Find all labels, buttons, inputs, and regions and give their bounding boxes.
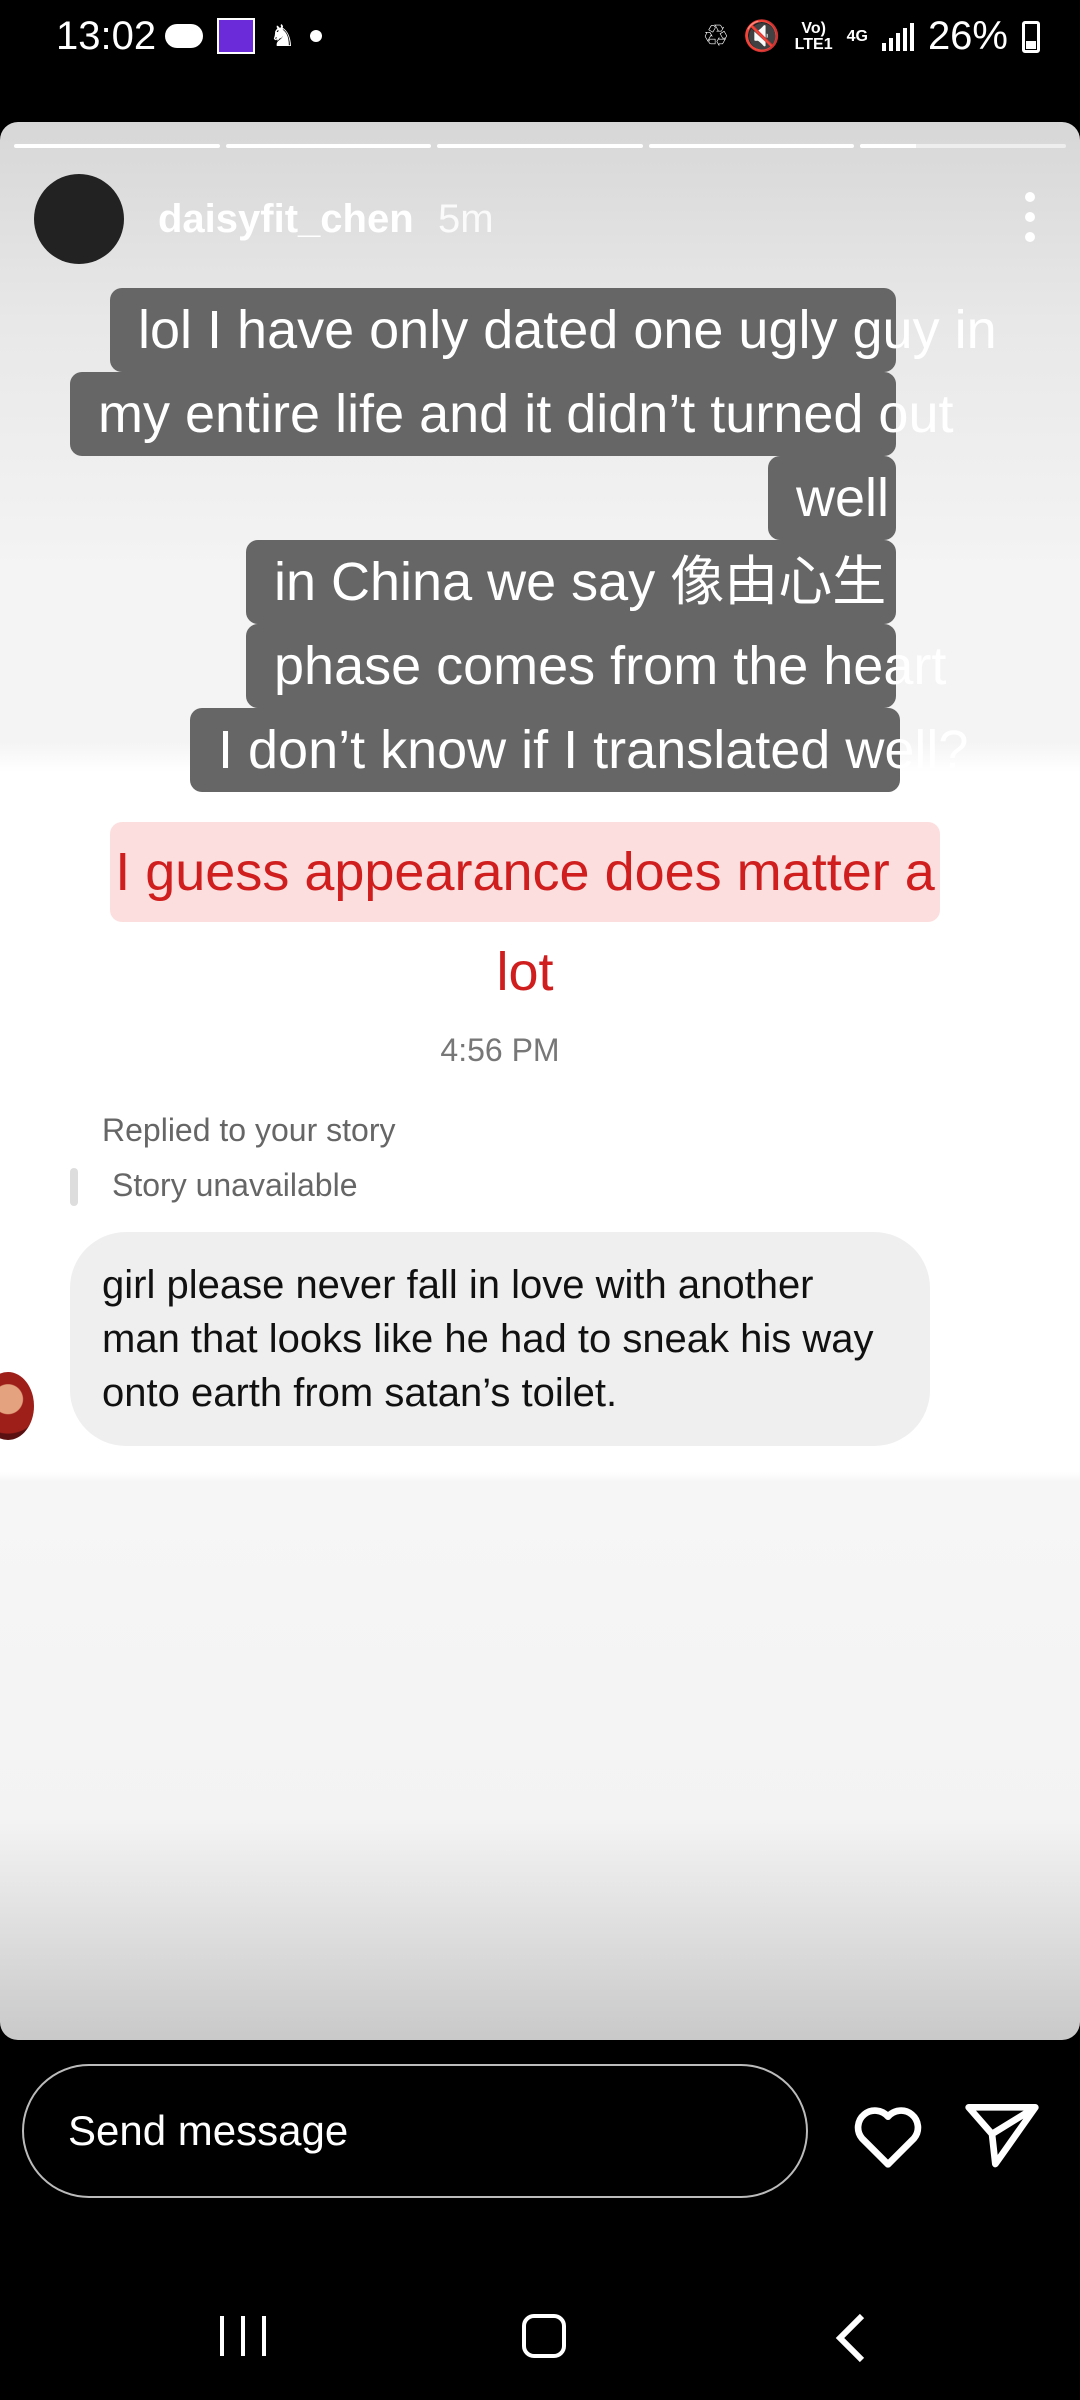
more-dot (1025, 232, 1035, 242)
status-right-icons: ♲ 🔇 Vo) LTE1 4G 26% (702, 14, 1040, 59)
chat-timestamp: 4:56 PM (440, 1032, 560, 1068)
story-time-ago: 5m (438, 197, 494, 241)
app-icon (217, 18, 255, 54)
quote-bar (70, 1168, 78, 1206)
lte-label: LTE1 (794, 35, 833, 53)
heart-icon[interactable] (848, 2096, 928, 2176)
status-left-icons: ♞ (165, 18, 322, 54)
caption-line: well (768, 456, 896, 540)
progress-segment (437, 144, 643, 148)
network-type: 4G (846, 27, 868, 45)
send-message-input[interactable]: Send message (22, 2064, 808, 2198)
notification-icon: ♞ (269, 19, 296, 53)
message-bubble: girl please never fall in love with anot… (70, 1232, 930, 1446)
system-nav-bar (0, 2270, 1080, 2400)
send-icon[interactable] (962, 2094, 1042, 2174)
home-button[interactable] (522, 2314, 566, 2358)
progress-segment (14, 144, 220, 148)
volte-indicator: Vo) LTE1 (794, 19, 833, 53)
caption-line: in China we say 像由心生 (246, 540, 896, 624)
battery-icon (1022, 20, 1040, 53)
highlight-caption: I guess appearance does matter a lot (110, 822, 940, 1002)
recent-bar (220, 2316, 224, 2356)
progress-segment (648, 144, 855, 148)
caption-line: lol I have only dated one ugly guy in (110, 288, 997, 372)
status-time: 13:02 (56, 14, 157, 58)
username[interactable]: daisyfit_chen (158, 197, 414, 242)
profile-avatar[interactable] (34, 174, 124, 264)
replied-label: Replied to your story (102, 1112, 396, 1148)
signal-icon (881, 22, 914, 51)
status-bar: 13:02 ♞ ♲ 🔇 Vo) LTE1 4G 26% (0, 0, 1080, 80)
recent-apps-button[interactable] (220, 2316, 266, 2356)
back-icon[interactable] (830, 2312, 870, 2364)
progress-segment (225, 144, 432, 148)
recycle-icon: ♲ (702, 20, 730, 53)
volte-label: Vo) (801, 19, 826, 37)
story-progress (14, 144, 1066, 148)
more-options-button[interactable] (1020, 192, 1040, 242)
cloud-icon (165, 24, 203, 48)
recent-bar (241, 2316, 245, 2356)
caption-line: my entire life and it didn’t turned out (70, 372, 953, 456)
recent-bar (262, 2316, 266, 2356)
story-viewer[interactable]: daisyfit_chen 5m lol I have only dated o… (0, 122, 1080, 2040)
dot-icon (309, 30, 322, 42)
battery-percent: 26% (927, 14, 1008, 58)
more-dot (1025, 192, 1035, 202)
sender-avatar (0, 1372, 34, 1440)
mute-icon: 🔇 (743, 20, 781, 53)
more-dot (1025, 212, 1035, 222)
progress-segment (860, 144, 1066, 148)
story-unavailable-label: Story unavailable (112, 1167, 358, 1203)
caption-line: I don’t know if I translated well? (190, 708, 968, 792)
caption-line: phase comes from the heart (246, 624, 946, 708)
